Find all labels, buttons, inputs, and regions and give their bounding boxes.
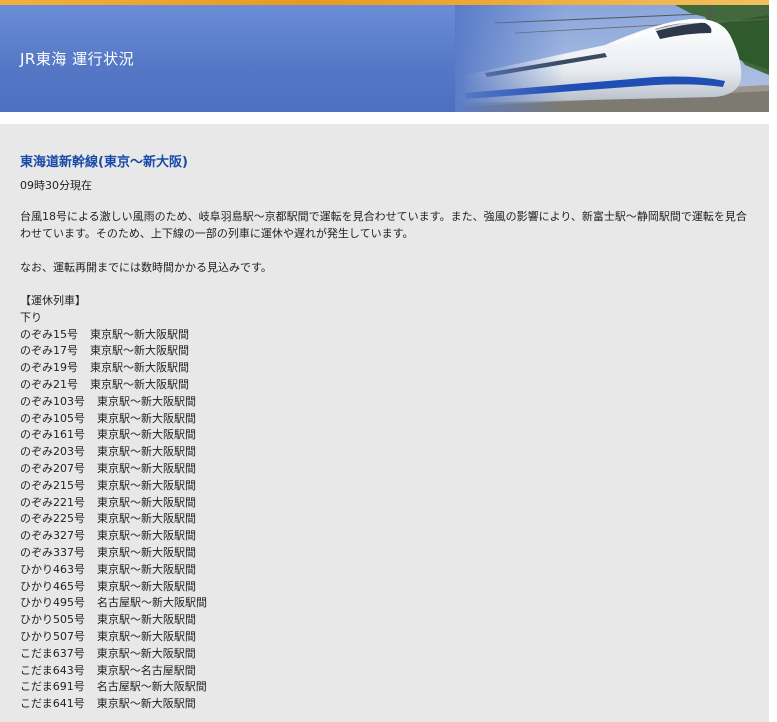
- train-name: のぞみ337号: [20, 545, 85, 559]
- cancelled-heading: 【運休列車】: [20, 294, 86, 307]
- list-item: ひかり463号 東京駅～新大阪駅間: [20, 562, 207, 579]
- train-name: ひかり505号: [20, 613, 85, 627]
- list-item: ひかり505号 東京駅～新大阪駅間: [20, 612, 207, 629]
- list-item: のぞみ337号 東京駅～新大阪駅間: [20, 545, 207, 562]
- list-item: のぞみ225号 東京駅～新大阪駅間: [20, 511, 207, 528]
- train-segment: 東京駅～新大阪駅間: [97, 562, 196, 576]
- list-item: のぞみ105号 東京駅～新大阪駅間: [20, 411, 207, 428]
- list-item: のぞみ207号 東京駅～新大阪駅間: [20, 461, 207, 478]
- list-item: のぞみ103号 東京駅～新大阪駅間: [20, 394, 207, 411]
- list-item: のぞみ327号 東京駅～新大阪駅間: [20, 528, 207, 545]
- train-segment: 東京駅～新大阪駅間: [96, 697, 196, 711]
- train-segment: 東京駅～新大阪駅間: [97, 512, 196, 526]
- header-separator: [0, 112, 769, 124]
- train-name: のぞみ225号: [20, 512, 85, 526]
- train-segment: 東京駅～新大阪駅間: [97, 545, 196, 559]
- list-item: のぞみ203号 東京駅～新大阪駅間: [20, 444, 207, 461]
- list-item: のぞみ17号 東京駅～新大阪駅間: [20, 343, 207, 360]
- list-item: こだま637号 東京駅～新大阪駅間: [20, 646, 207, 663]
- train-segment: 東京駅～新大阪駅間: [97, 579, 196, 593]
- list-item: のぞみ221号 東京駅～新大阪駅間: [20, 495, 207, 512]
- direction-label: 下り: [20, 310, 42, 324]
- train-name: のぞみ207号: [20, 461, 85, 475]
- train-rows: のぞみ15号 東京駅～新大阪駅間 のぞみ17号 東京駅～新大阪駅間 のぞみ19号 東京駅～…: [20, 327, 207, 713]
- train-segment: 東京駅～新大阪駅間: [90, 361, 189, 375]
- train-segment: 東京駅～新大阪駅間: [97, 461, 196, 475]
- status-message: 台風18号による激しい風雨のため、岐阜羽島駅～京都駅間で運転を見合わせています。…: [20, 210, 747, 240]
- train-name: のぞみ221号: [20, 495, 85, 509]
- train-name: のぞみ17号: [20, 344, 78, 358]
- list-item: こだま691号 名古屋駅～新大阪駅間: [20, 679, 207, 696]
- list-item: のぞみ19号 東京駅～新大阪駅間: [20, 360, 207, 377]
- line-title: 東海道新幹線(東京～新大阪): [20, 155, 188, 170]
- shinkansen-train-image: [455, 5, 769, 112]
- train-name: のぞみ19号: [20, 361, 78, 375]
- train-segment: 名古屋駅～新大阪駅間: [96, 680, 207, 694]
- header-banner: JR東海 運行状況: [0, 0, 769, 112]
- train-name: ひかり463号: [20, 562, 85, 576]
- train-name: こだま643号: [20, 663, 85, 677]
- list-item: ひかり495号 名古屋駅～新大阪駅間: [20, 595, 207, 612]
- page-title: JR東海 運行状況: [20, 50, 135, 68]
- train-segment: 東京駅～名古屋駅間: [96, 663, 196, 677]
- train-segment: 東京駅～新大阪駅間: [97, 629, 196, 643]
- train-segment: 東京駅～新大阪駅間: [97, 495, 196, 509]
- list-item: のぞみ161号 東京駅～新大阪駅間: [20, 427, 207, 444]
- train-segment: 東京駅～新大阪駅間: [97, 478, 196, 492]
- train-segment: 東京駅～新大阪駅間: [96, 646, 196, 660]
- train-segment: 東京駅～新大阪駅間: [97, 394, 196, 408]
- train-name: のぞみ103号: [20, 394, 85, 408]
- train-name: のぞみ105号: [20, 411, 85, 425]
- train-name: のぞみ203号: [20, 445, 85, 459]
- list-item: こだま641号 東京駅～新大阪駅間: [20, 696, 207, 713]
- right-edge: [769, 0, 777, 722]
- train-name: こだま641号: [20, 697, 85, 711]
- train-segment: 東京駅～新大阪駅間: [97, 529, 196, 543]
- train-name: こだま637号: [20, 646, 85, 660]
- cancelled-trains-list: 【運休列車】 下り のぞみ15号 東京駅～新大阪駅間 のぞみ17号 東京駅～新大阪駅間…: [20, 293, 207, 713]
- train-segment: 東京駅～新大阪駅間: [97, 445, 196, 459]
- train-segment: 東京駅～新大阪駅間: [90, 327, 189, 341]
- status-page: JR東海 運行状況 東海道新幹線(東京～新大阪) 09時30分現在 台風18号に…: [0, 0, 769, 722]
- train-name: のぞみ161号: [20, 428, 85, 442]
- status-content: 東海道新幹線(東京～新大阪) 09時30分現在 台風18号による激しい風雨のため…: [0, 124, 769, 722]
- list-item: のぞみ21号 東京駅～新大阪駅間: [20, 377, 207, 394]
- train-name: ひかり495号: [20, 596, 85, 610]
- train-segment: 東京駅～新大阪駅間: [90, 344, 189, 358]
- train-segment: 東京駅～新大阪駅間: [97, 613, 196, 627]
- train-name: こだま691号: [20, 680, 85, 694]
- train-segment: 東京駅～新大阪駅間: [97, 428, 196, 442]
- train-name: のぞみ21号: [20, 377, 78, 391]
- train-name: ひかり507号: [20, 629, 85, 643]
- train-name: ひかり465号: [20, 579, 85, 593]
- update-timestamp: 09時30分現在: [20, 179, 92, 192]
- status-note: なお、運転再開までには数時間かかる見込みです。: [20, 261, 272, 274]
- list-item: ひかり507号 東京駅～新大阪駅間: [20, 629, 207, 646]
- list-item: のぞみ215号 東京駅～新大阪駅間: [20, 478, 207, 495]
- train-name: のぞみ215号: [20, 478, 85, 492]
- train-name: のぞみ15号: [20, 327, 78, 341]
- train-segment: 名古屋駅～新大阪駅間: [97, 596, 207, 610]
- train-segment: 東京駅～新大阪駅間: [90, 377, 189, 391]
- train-name: のぞみ327号: [20, 529, 85, 543]
- list-item: こだま643号 東京駅～名古屋駅間: [20, 663, 207, 680]
- list-item: のぞみ15号 東京駅～新大阪駅間: [20, 327, 207, 344]
- list-item: ひかり465号 東京駅～新大阪駅間: [20, 579, 207, 596]
- train-segment: 東京駅～新大阪駅間: [97, 411, 196, 425]
